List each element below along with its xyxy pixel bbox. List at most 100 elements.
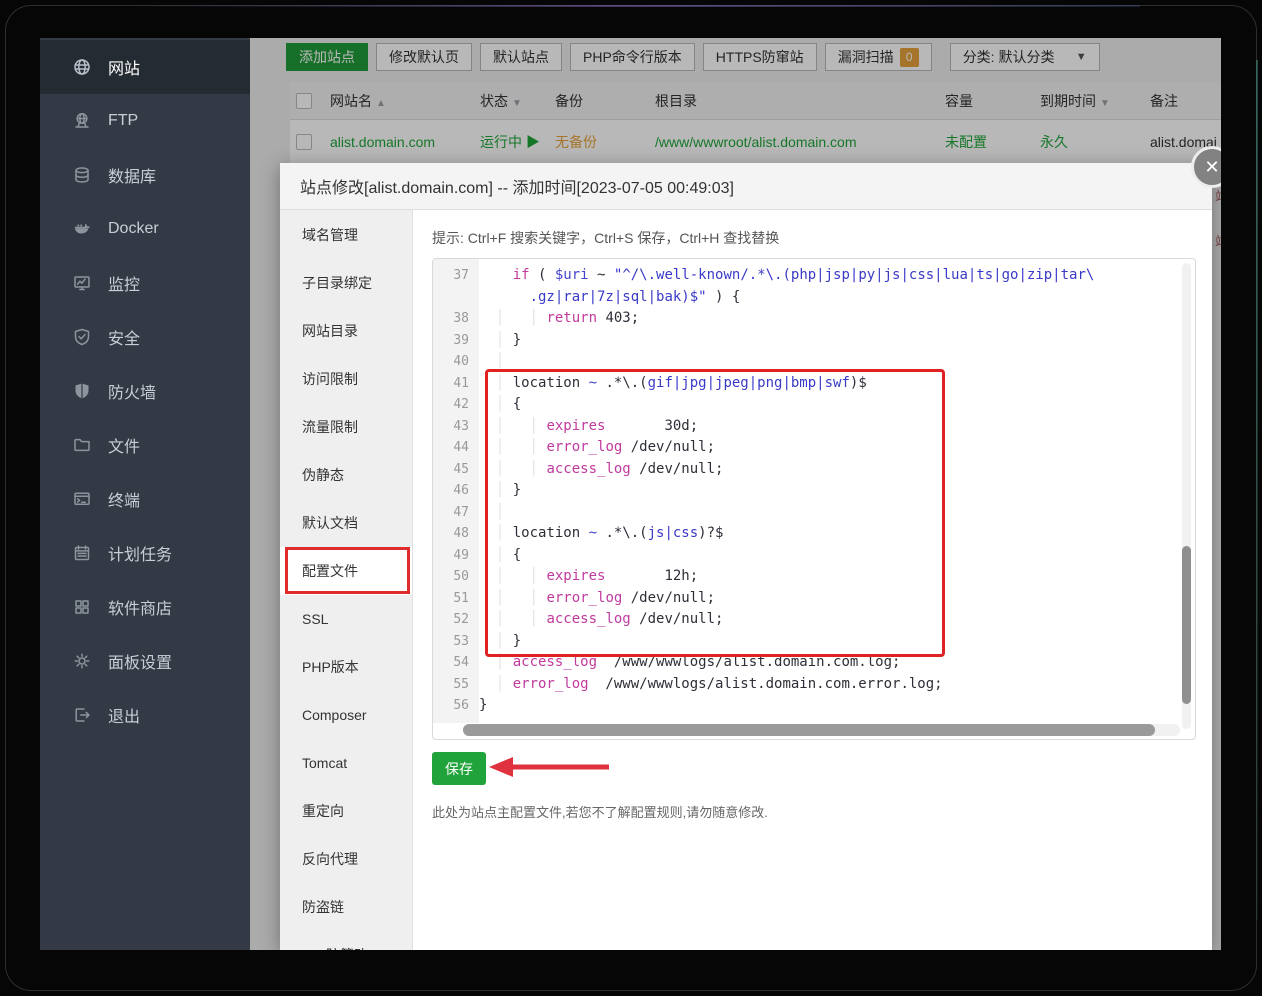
code-line: 43 │ │ expires 30d; <box>433 416 1195 438</box>
code-line: 39 │ } <box>433 330 1195 352</box>
editor-horizontal-scrollbar[interactable] <box>463 724 1180 736</box>
modal-menu-item-6[interactable]: 伪静态 <box>280 451 412 499</box>
modal-menu-item-4[interactable]: 访问限制 <box>280 355 412 403</box>
sidebar-item-12[interactable]: 面板设置 <box>40 634 250 688</box>
code-line: 44 │ │ error_log /dev/null; <box>433 437 1195 459</box>
sidebar-item-label: 防火墙 <box>108 379 156 403</box>
code-line: 51 │ │ error_log /dev/null; <box>433 588 1195 610</box>
modal-title: 站点修改[alist.domain.com] -- 添加时间[2023-07-0… <box>300 174 734 198</box>
sidebar-item-label: 文件 <box>108 433 140 457</box>
modal-menu-item-5[interactable]: 流量限制 <box>280 403 412 451</box>
sidebar-item-2[interactable]: FTP <box>40 94 250 148</box>
code-line: 45 │ │ access_log /dev/null; <box>433 459 1195 481</box>
line-number: 39 <box>433 330 479 352</box>
modal-menu-item-12[interactable]: Tomcat <box>280 739 412 787</box>
code-text: │ │ error_log /dev/null; <box>479 437 715 459</box>
modal-menu-item-3[interactable]: 网站目录 <box>280 307 412 355</box>
code-text: } <box>479 695 487 717</box>
code-text: │ } <box>479 480 521 502</box>
site-edit-modal: 站点修改[alist.domain.com] -- 添加时间[2023-07-0… <box>280 163 1212 950</box>
code-line: 54 │ access_log /www/wwwlogs/alist.domai… <box>433 652 1195 674</box>
code-text: │ } <box>479 330 521 352</box>
code-text: │ access_log /www/wwwlogs/alist.domain.c… <box>479 652 900 674</box>
code-text: │ location ~ .*\.(js|css)?$ <box>479 523 723 545</box>
code-text: │ { <box>479 394 521 416</box>
modal-menu-item-10[interactable]: PHP版本 <box>280 643 412 691</box>
code-line: 41 │ location ~ .*\.(gif|jpg|jpeg|png|bm… <box>433 373 1195 395</box>
line-number: 48 <box>433 523 479 545</box>
sidebar-item-1[interactable]: 网站 <box>40 40 250 94</box>
sidebar-item-label: 数据库 <box>108 163 156 187</box>
store-icon <box>72 597 92 617</box>
line-number: 55 <box>433 674 479 696</box>
editor-vertical-scrollbar[interactable] <box>1182 263 1191 729</box>
firewall-icon <box>72 381 92 401</box>
crown-icon <box>302 947 319 951</box>
modal-menu-item-15[interactable]: 防盗链 <box>280 883 412 931</box>
modal-menu-item-label: Composer <box>302 707 367 723</box>
code-line: 37 if ( $uri ~ "^/\.well-known/.*\.(php|… <box>433 265 1195 287</box>
modal-menu-item-11[interactable]: Composer <box>280 691 412 739</box>
line-number: 44 <box>433 437 479 459</box>
code-line: 53 │ } <box>433 631 1195 653</box>
save-button[interactable]: 保存 <box>432 752 486 785</box>
config-code-editor[interactable]: 37 if ( $uri ~ "^/\.well-known/.*\.(php|… <box>432 258 1196 740</box>
sidebar-item-label: 软件商店 <box>108 595 172 619</box>
line-number: 53 <box>433 631 479 653</box>
arrow-annotation <box>485 753 613 781</box>
line-number <box>433 287 479 309</box>
code-line: 55 │ error_log /www/wwwlogs/alist.domain… <box>433 674 1195 696</box>
modal-menu-item-1[interactable]: 域名管理 <box>280 211 412 259</box>
modal-menu-item-16[interactable]: 防篡改 <box>280 931 412 950</box>
code-text: │ error_log /www/wwwlogs/alist.domain.co… <box>479 674 943 696</box>
sidebar-item-5[interactable]: 监控 <box>40 256 250 310</box>
modal-menu-item-7[interactable]: 默认文档 <box>280 499 412 547</box>
database-icon <box>72 165 92 185</box>
sidebar-item-7[interactable]: 防火墙 <box>40 364 250 418</box>
code-text: │ │ access_log /dev/null; <box>479 609 723 631</box>
sidebar-item-9[interactable]: 终端 <box>40 472 250 526</box>
modal-menu-item-9[interactable]: SSL <box>280 595 412 643</box>
code-line: 40 │ <box>433 351 1195 373</box>
vertical-scrollbar-thumb[interactable] <box>1182 546 1191 704</box>
sidebar-item-3[interactable]: 数据库 <box>40 148 250 202</box>
close-icon: ✕ <box>1204 157 1219 178</box>
code-text: │ location ~ .*\.(gif|jpg|jpeg|png|bmp|s… <box>479 373 867 395</box>
sidebar-item-6[interactable]: 安全 <box>40 310 250 364</box>
config-warning-note: 此处为站点主配置文件,若您不了解配置规则,请勿随意修改. <box>432 802 1212 821</box>
sidebar-item-label: 终端 <box>108 487 140 511</box>
code-text: │ <box>479 502 504 524</box>
modal-header: 站点修改[alist.domain.com] -- 添加时间[2023-07-0… <box>280 163 1212 210</box>
line-number: 51 <box>433 588 479 610</box>
sidebar-item-8[interactable]: 文件 <box>40 418 250 472</box>
line-number: 45 <box>433 459 479 481</box>
sidebar-item-11[interactable]: 软件商店 <box>40 580 250 634</box>
line-number: 38 <box>433 308 479 330</box>
modal-menu-item-14[interactable]: 反向代理 <box>280 835 412 883</box>
sidebar-item-13[interactable]: 退出 <box>40 688 250 742</box>
sidebar-item-label: Docker <box>108 220 159 238</box>
sidebar-item-4[interactable]: Docker <box>40 202 250 256</box>
modal-menu-item-label: 访问限制 <box>302 369 358 389</box>
sidebar-nav: 网站FTP 数据库 Docker 监控安全防火墙文件终端计划任务软件商店面板设置退出 <box>40 38 250 950</box>
modal-menu-item-13[interactable]: 重定向 <box>280 787 412 835</box>
logout-icon <box>72 705 92 725</box>
modal-menu-item-label: 重定向 <box>302 801 344 821</box>
sidebar-item-10[interactable]: 计划任务 <box>40 526 250 580</box>
modal-menu-item-label: 域名管理 <box>302 225 358 245</box>
line-number: 56 <box>433 695 479 717</box>
line-number: 54 <box>433 652 479 674</box>
horizontal-scrollbar-thumb[interactable] <box>463 724 1155 736</box>
config-pane: 提示: Ctrl+F 搜索关键字，Ctrl+S 保存，Ctrl+H 查找替换 3… <box>413 210 1212 950</box>
line-number: 40 <box>433 351 479 373</box>
terminal-icon <box>72 489 92 509</box>
modal-menu-item-2[interactable]: 子目录绑定 <box>280 259 412 307</box>
sidebar-item-label: 退出 <box>108 703 140 727</box>
code-text: │ │ return 403; <box>479 308 639 330</box>
line-number: 42 <box>433 394 479 416</box>
editor-hint-text: 提示: Ctrl+F 搜索关键字，Ctrl+S 保存，Ctrl+H 查找替换 <box>432 228 1212 248</box>
modal-menu-item-8[interactable]: 配置文件 <box>280 547 412 595</box>
docker-icon <box>72 219 92 239</box>
modal-menu-item-label: 配置文件 <box>302 561 358 581</box>
code-text: │ │ access_log /dev/null; <box>479 459 723 481</box>
